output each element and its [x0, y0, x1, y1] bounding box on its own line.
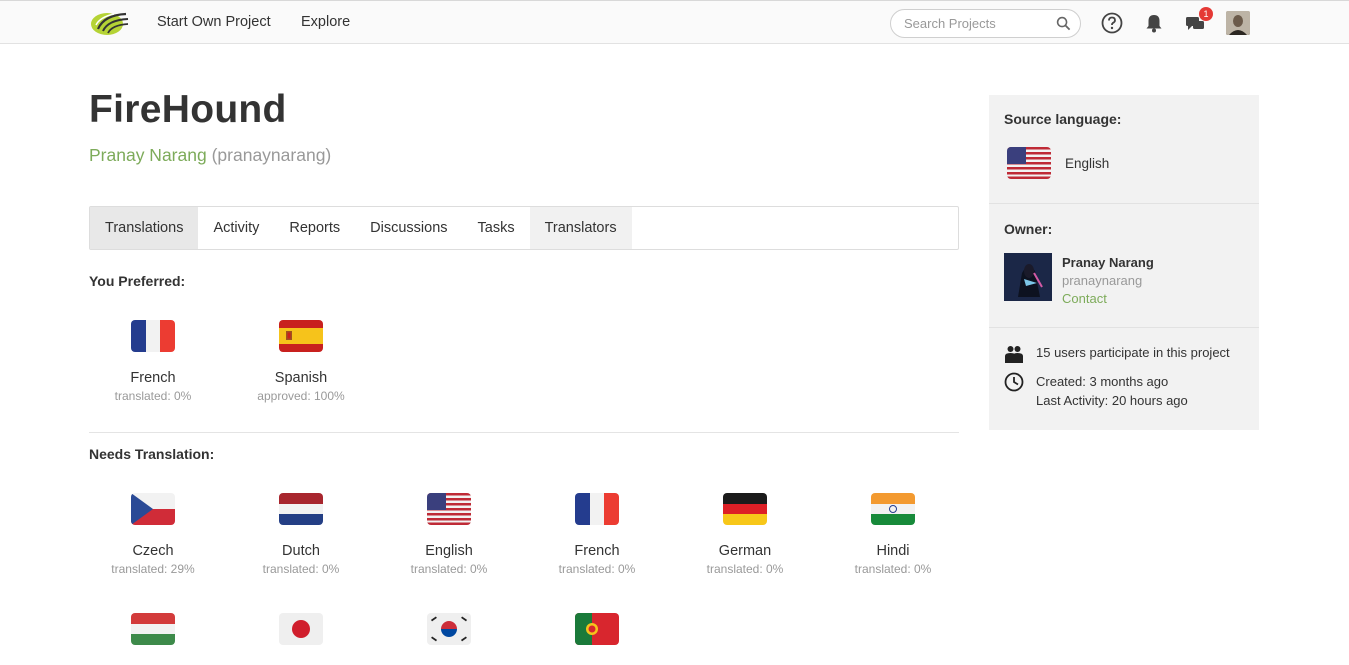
flag-usa-icon — [1007, 147, 1051, 179]
language-status: translated: 0% — [410, 562, 488, 576]
owner-heading: Owner: — [1004, 221, 1053, 237]
sidebar-divider — [989, 203, 1259, 204]
source-language-heading: Source language: — [1004, 111, 1122, 127]
owner-avatar-icon — [1004, 253, 1052, 301]
language-status: translated: 0% — [114, 389, 192, 403]
participants-text: 15 users participate in this project — [1036, 345, 1230, 360]
language-name: German — [718, 543, 772, 559]
flag-portugal-icon — [575, 613, 619, 645]
flag-korea-icon — [427, 613, 471, 645]
language-name: Hindi — [876, 543, 910, 559]
language-status: translated: 0% — [706, 562, 784, 576]
search-input[interactable] — [904, 10, 1054, 37]
owner-name[interactable]: Pranay Narang — [1062, 255, 1154, 270]
tab-translations[interactable]: Translations — [90, 207, 199, 249]
language-name: French — [574, 543, 620, 559]
project-owner-name[interactable]: Pranay Narang — [89, 145, 207, 165]
owner-handle: pranaynarang — [1062, 273, 1143, 288]
language-hindi[interactable]: Hindi translated: 0% — [819, 493, 967, 576]
flag-spain-icon — [279, 320, 323, 352]
language-portuguese[interactable] — [523, 613, 671, 645]
language-english[interactable]: English translated: 0% — [375, 493, 523, 576]
preferred-heading: You Preferred: — [89, 273, 186, 289]
flag-germany-icon — [723, 493, 767, 525]
help-icon[interactable] — [1101, 12, 1123, 34]
language-status: translated: 0% — [262, 562, 340, 576]
language-french[interactable]: French translated: 0% — [523, 493, 671, 576]
language-korean[interactable] — [375, 613, 523, 645]
start-own-project-link[interactable]: Start Own Project — [157, 14, 271, 30]
language-czech[interactable]: Czech translated: 29% — [79, 493, 227, 576]
project-title: FireHound — [89, 88, 287, 131]
sidebar-divider — [989, 327, 1259, 328]
notification-badge: 1 — [1199, 7, 1213, 21]
language-german[interactable]: German translated: 0% — [671, 493, 819, 576]
search-icon[interactable] — [1056, 16, 1071, 31]
needs-translation-heading: Needs Translation: — [89, 446, 215, 462]
flag-czech-icon — [131, 493, 175, 525]
owner-avatar[interactable] — [1004, 253, 1052, 301]
user-avatar-icon — [1226, 11, 1250, 35]
top-navbar: Start Own Project Explore 1 — [0, 0, 1349, 44]
clock-icon — [1004, 372, 1024, 392]
flag-usa-icon — [427, 493, 471, 525]
language-status: translated: 0% — [854, 562, 932, 576]
created-text: Created: 3 months ago — [1036, 374, 1169, 389]
language-name: English — [425, 543, 473, 559]
flag-netherlands-icon — [279, 493, 323, 525]
language-japanese[interactable] — [227, 613, 375, 645]
language-status: translated: 0% — [558, 562, 636, 576]
language-name: Dutch — [282, 543, 320, 559]
contact-link[interactable]: Contact — [1062, 291, 1107, 306]
tab-discussions[interactable]: Discussions — [355, 207, 462, 249]
flag-france-icon — [131, 320, 175, 352]
language-status: approved: 100% — [257, 389, 345, 403]
tab-tasks[interactable]: Tasks — [463, 207, 530, 249]
last-activity-text: Last Activity: 20 hours ago — [1036, 393, 1188, 408]
project-tabs: Translations Activity Reports Discussion… — [89, 206, 959, 250]
site-logo-icon[interactable] — [90, 9, 130, 37]
explore-link[interactable]: Explore — [301, 14, 350, 30]
language-name: French — [130, 370, 176, 386]
preferred-language-spanish[interactable]: Spanish approved: 100% — [227, 320, 375, 403]
language-hungarian[interactable] — [79, 613, 227, 645]
project-sidebar: Source language: English Owner: Pranay N… — [989, 95, 1259, 430]
source-language-name: English — [1065, 156, 1110, 171]
tab-translators[interactable]: Translators — [529, 207, 632, 249]
tab-reports[interactable]: Reports — [274, 207, 355, 249]
project-owner-line: Pranay Narang (pranaynarang) — [89, 145, 331, 166]
bell-icon[interactable] — [1143, 12, 1165, 34]
users-icon — [1005, 346, 1023, 363]
flag-japan-icon — [279, 613, 323, 645]
language-name: Czech — [132, 543, 174, 559]
flag-hungary-icon — [131, 613, 175, 645]
language-name: Spanish — [274, 370, 328, 386]
project-owner-handle: (pranaynarang) — [211, 145, 332, 165]
tab-activity[interactable]: Activity — [198, 207, 274, 249]
user-avatar[interactable] — [1226, 11, 1250, 35]
flag-india-icon — [871, 493, 915, 525]
section-divider — [89, 432, 959, 433]
preferred-language-french[interactable]: French translated: 0% — [79, 320, 227, 403]
flag-france-icon — [575, 493, 619, 525]
search-box — [890, 9, 1081, 38]
language-status: translated: 29% — [111, 562, 195, 576]
language-dutch[interactable]: Dutch translated: 0% — [227, 493, 375, 576]
